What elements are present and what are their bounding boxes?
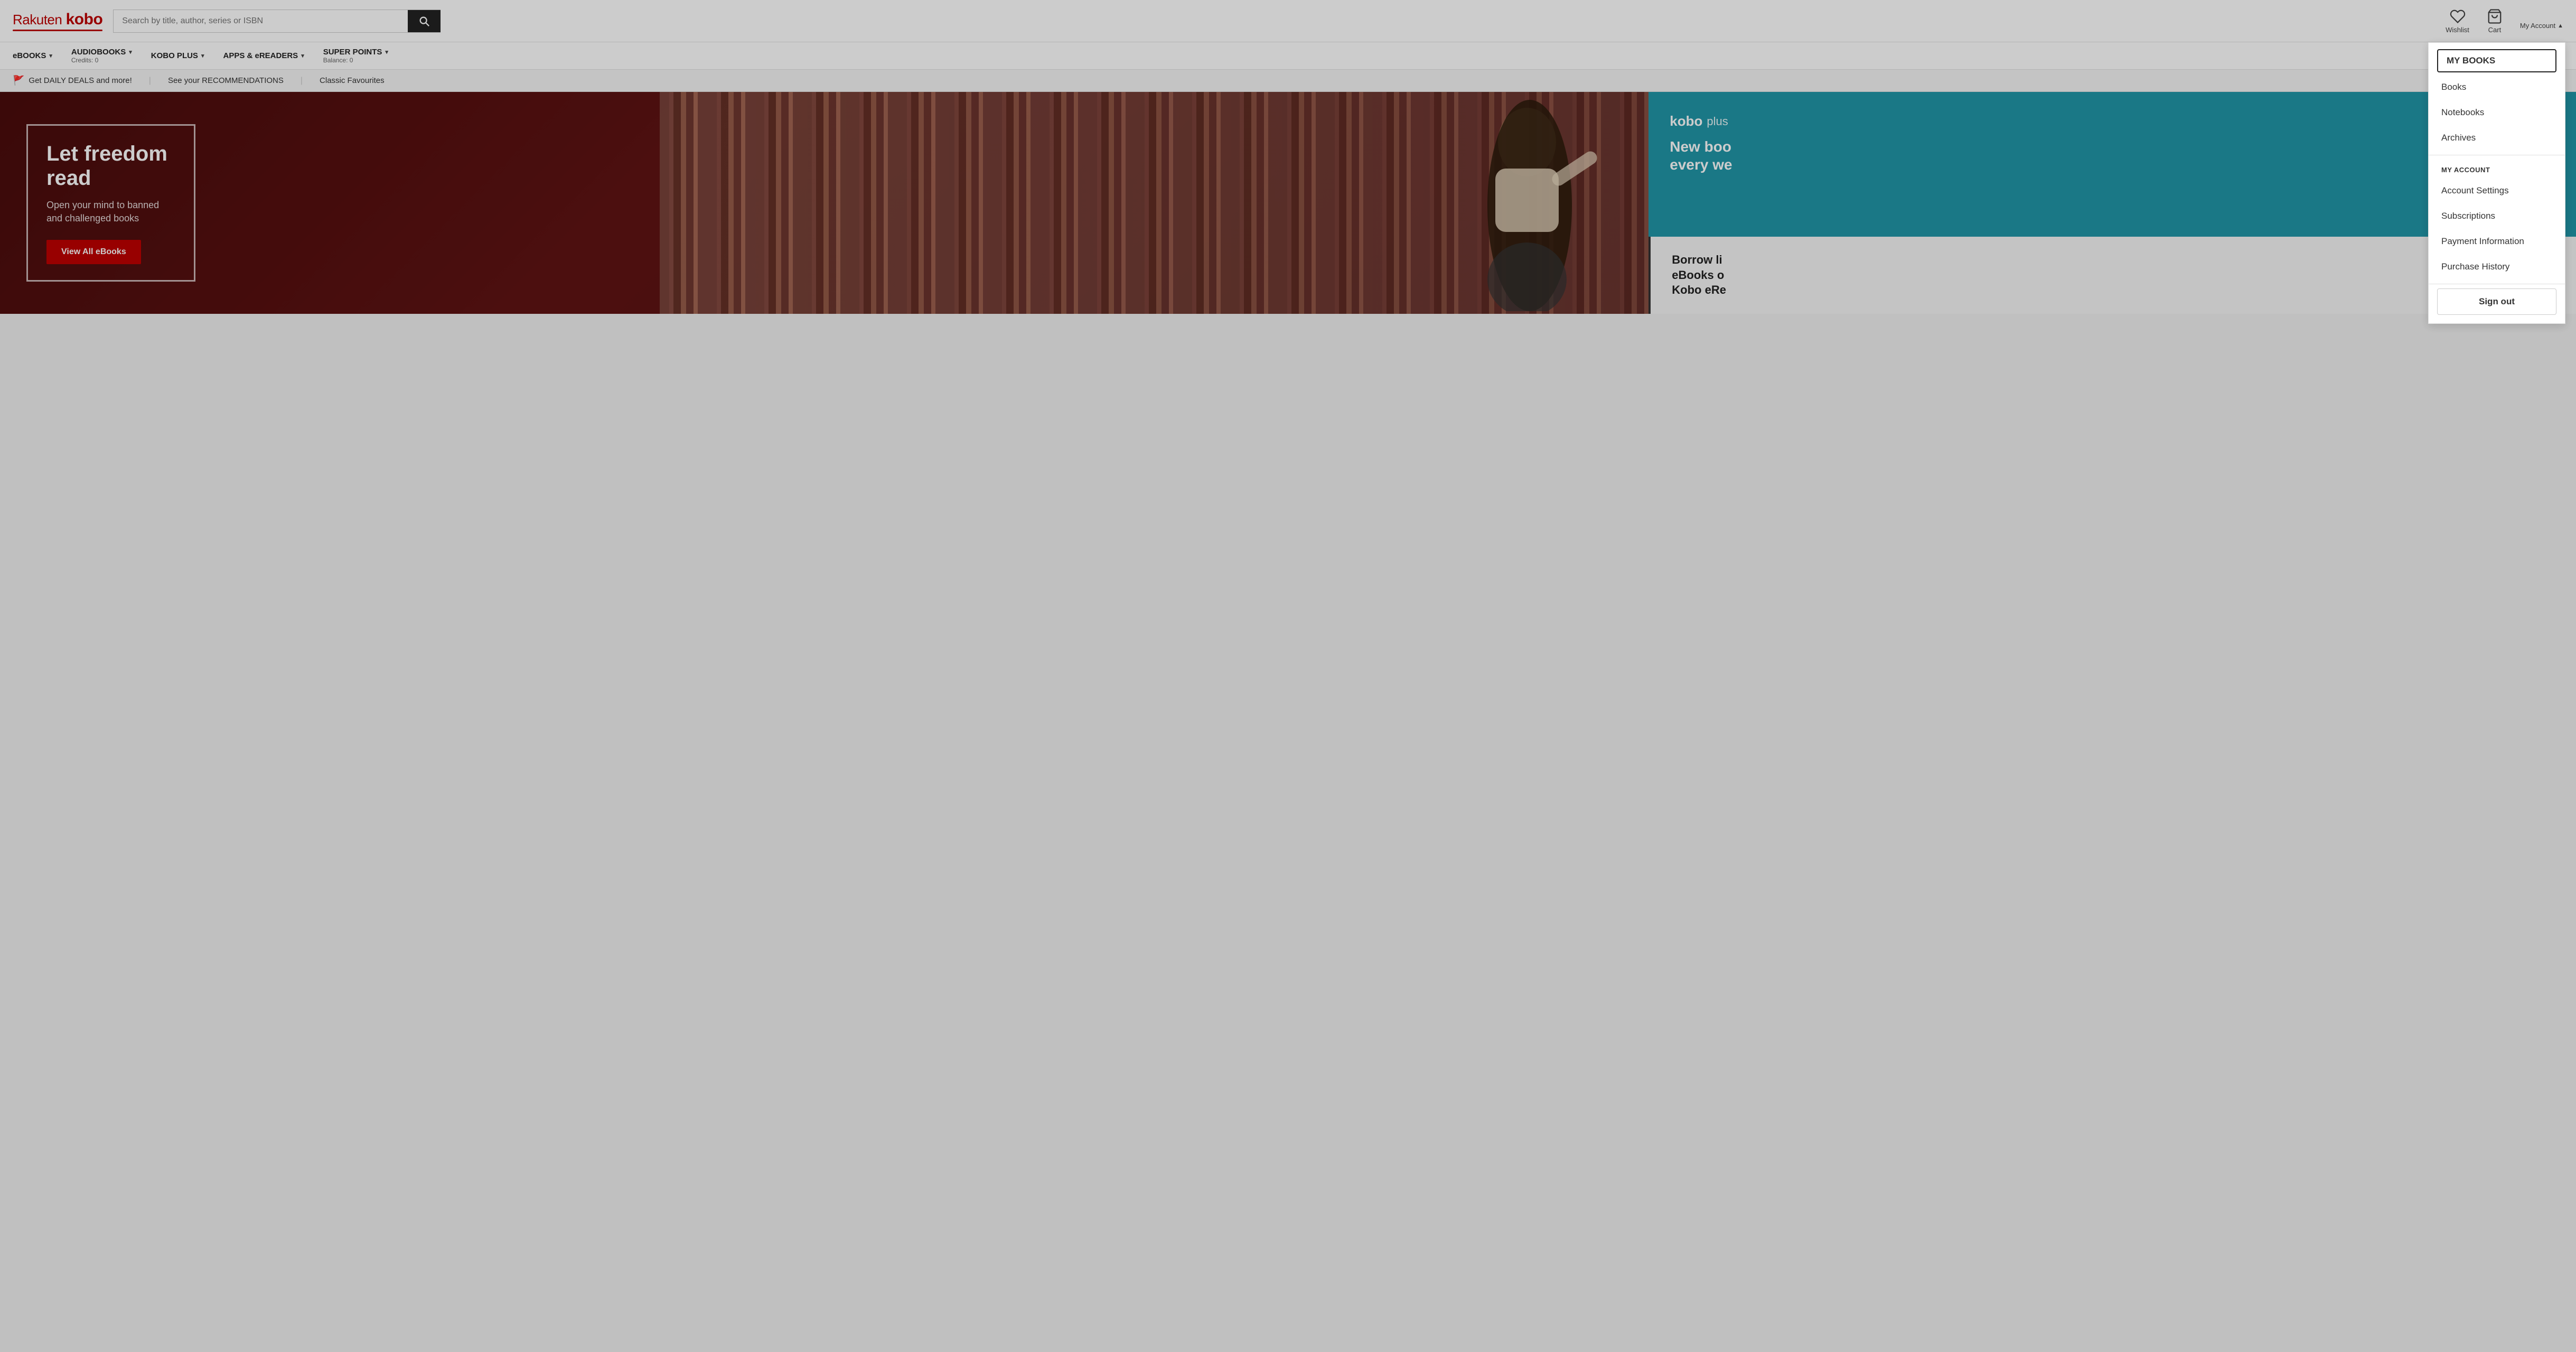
dropdown-notebooks[interactable]: Notebooks: [2429, 100, 2565, 125]
heart-icon: [2450, 8, 2466, 24]
header: Rakuten kobo Wishlist: [0, 0, 2576, 42]
my-account-label: My Account: [2520, 22, 2555, 30]
my-account-button[interactable]: My Account ▲: [2520, 12, 2563, 30]
header-right: Wishlist Cart My Account ▲: [2446, 8, 2563, 34]
nav-apps[interactable]: APPS & eREADERS ▾: [223, 51, 304, 60]
borrow-title: Borrow li eBooks o Kobo eRe: [1672, 253, 2555, 298]
promo-daily-deals-text: Get DAILY DEALS and more!: [29, 76, 132, 85]
search-icon: [418, 15, 430, 27]
plus-logo-text: plus: [1707, 115, 1728, 128]
wishlist-button[interactable]: Wishlist: [2446, 8, 2469, 34]
search-button[interactable]: [408, 10, 441, 32]
hero-text-area: Let freedom read Open your mind to banne…: [0, 103, 222, 303]
kobo-plus-logo: kobo plus: [1670, 113, 2555, 129]
chevron-down-icon: ▾: [301, 52, 304, 59]
dropdown-account-settings[interactable]: Account Settings: [2429, 178, 2565, 203]
nav-koboplus[interactable]: KOBO PLUS ▾: [151, 51, 204, 60]
hero-person-silhouette: [1448, 100, 1606, 311]
cart-icon: [2487, 8, 2503, 24]
cart-button[interactable]: Cart: [2486, 8, 2503, 34]
nav-bar: eBOOKS ▾ AUDIOBOOKS ▾ Credits: 0 KOBO PL…: [0, 42, 2576, 70]
dropdown-my-books-active[interactable]: MY BOOKS: [2437, 49, 2556, 72]
promo-daily-deals[interactable]: 🚩 Get DAILY DEALS and more!: [13, 75, 132, 86]
chevron-down-icon: ▾: [385, 49, 388, 55]
promo-classic-favourites[interactable]: Classic Favourites: [320, 76, 385, 85]
nav-superpoints-balance: Balance: 0: [323, 57, 388, 64]
main-content: Let freedom read Open your mind to banne…: [0, 92, 2576, 314]
promo-separator-2: |: [301, 76, 303, 86]
dropdown-purchase-history[interactable]: Purchase History: [2429, 254, 2565, 279]
search-input[interactable]: [114, 10, 408, 32]
chevron-up-icon: ▲: [2558, 23, 2563, 29]
logo-kobo: kobo: [66, 11, 103, 28]
dropdown-payment-information[interactable]: Payment Information: [2429, 229, 2565, 254]
hero-frame: Let freedom read Open your mind to banne…: [26, 124, 195, 282]
nav-ebooks-label: eBOOKS ▾: [13, 51, 52, 60]
flag-icon: 🚩: [13, 75, 24, 86]
kobo-plus-tagline: New boo every we: [1670, 138, 2555, 173]
chevron-down-icon: ▾: [129, 49, 132, 55]
dropdown-subscriptions[interactable]: Subscriptions: [2429, 203, 2565, 229]
dropdown-books[interactable]: Books: [2429, 74, 2565, 100]
promo-bar: 🚩 Get DAILY DEALS and more! | See your R…: [0, 70, 2576, 92]
promo-classic-text: Classic Favourites: [320, 76, 385, 85]
nav-audiobooks-label: AUDIOBOOKS ▾: [71, 48, 132, 57]
hero-subtitle: Open your mind to banned and challenged …: [46, 199, 175, 225]
hero-title: Let freedom read: [46, 142, 175, 190]
cart-label: Cart: [2488, 26, 2502, 34]
search-bar: [113, 10, 441, 33]
dropdown-archives[interactable]: Archives: [2429, 125, 2565, 151]
nav-audiobooks[interactable]: AUDIOBOOKS ▾ Credits: 0: [71, 48, 132, 64]
hero-banner: Let freedom read Open your mind to banne…: [0, 92, 1648, 314]
nav-superpoints[interactable]: SUPER POINTS ▾ Balance: 0: [323, 48, 388, 64]
logo-rakuten: Rakuten: [13, 12, 62, 27]
chevron-down-icon: ▾: [49, 52, 52, 59]
promo-recommendations-text: See your RECOMMENDATIONS: [168, 76, 284, 85]
nav-koboplus-label: KOBO PLUS ▾: [151, 51, 204, 60]
nav-apps-label: APPS & eREADERS ▾: [223, 51, 304, 60]
logo[interactable]: Rakuten kobo: [13, 11, 102, 31]
logo-text: Rakuten kobo: [13, 11, 102, 29]
dropdown-my-account-section: MY ACCOUNT: [2429, 160, 2565, 178]
promo-recommendations[interactable]: See your RECOMMENDATIONS: [168, 76, 284, 85]
view-all-ebooks-button[interactable]: View All eBooks: [46, 240, 141, 264]
promo-separator-1: |: [149, 76, 151, 86]
nav-ebooks[interactable]: eBOOKS ▾: [13, 51, 52, 60]
chevron-down-icon: ▾: [201, 52, 204, 59]
nav-superpoints-label: SUPER POINTS ▾: [323, 48, 388, 57]
wishlist-label: Wishlist: [2446, 26, 2469, 34]
nav-audiobooks-credits: Credits: 0: [71, 57, 132, 64]
dropdown-sign-out[interactable]: Sign out: [2437, 288, 2556, 315]
kobo-logo-text: kobo: [1670, 113, 1702, 129]
account-dropdown: MY BOOKS Books Notebooks Archives MY ACC…: [2428, 42, 2565, 324]
